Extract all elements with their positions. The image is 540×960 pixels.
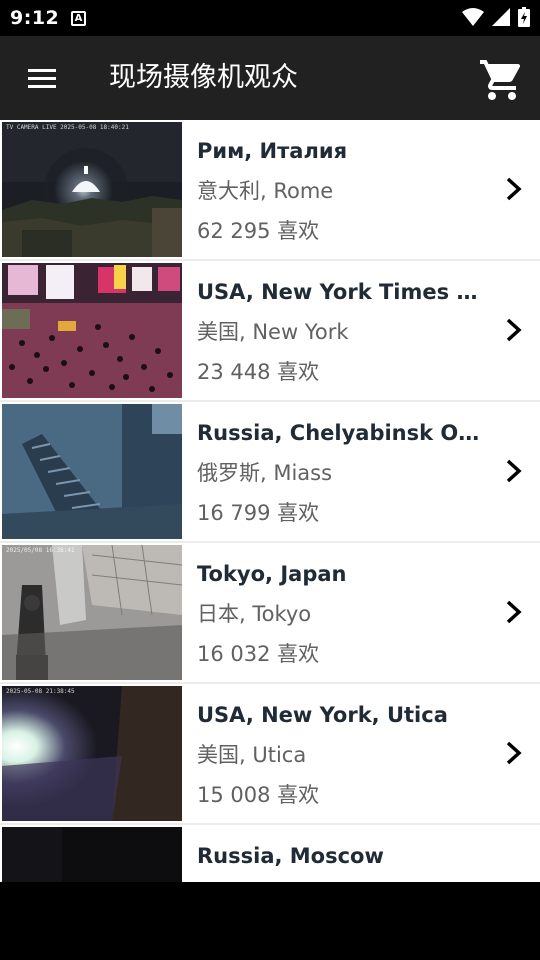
camera-location: 美国, Utica [197, 743, 307, 767]
camera-likes: 15 008 喜欢 [197, 783, 320, 807]
camera-likes: 16 032 喜欢 [197, 642, 320, 666]
accessibility-notification-icon: A [71, 11, 86, 26]
camera-info: Russia, Moscow [197, 843, 492, 882]
camera-timestamp: TV CAMERA LIVE 2025-05-08 18:40:21 [6, 124, 129, 131]
menu-icon-bar [28, 77, 56, 80]
chevron-right-icon [506, 318, 522, 342]
camera-thumbnail: 2025/05/08 16:38:41 [2, 545, 182, 680]
chevron-right-icon [506, 459, 522, 483]
camera-likes: 16 799 喜欢 [197, 501, 320, 525]
cart-button[interactable] [478, 56, 526, 104]
camera-thumbnail: 2025-05-08 21:38:45 [2, 686, 182, 821]
menu-icon [28, 69, 56, 72]
webcam-preview-image [2, 827, 182, 882]
camera-info: Рим, Италия 意大利, Rome 62 295 喜欢 [197, 138, 492, 244]
camera-thumbnail [2, 263, 182, 398]
camera-thumbnail: TV CAMERA LIVE 2025-05-08 18:40:21 [2, 122, 182, 257]
camera-list-item[interactable]: USA, New York Times Square 美国, New York … [0, 261, 540, 400]
camera-name: USA, New York Times Square [197, 280, 492, 304]
camera-name: Russia, Moscow [197, 844, 384, 868]
camera-timestamp: 2025-05-08 21:38:45 [6, 688, 75, 695]
camera-info: USA, New York Times Square 美国, New York … [197, 279, 492, 385]
navigation-bar-area [0, 882, 540, 960]
camera-location: 俄罗斯, Miass [197, 461, 333, 485]
menu-icon-bar [28, 85, 56, 88]
camera-info: USA, New York, Utica 美国, Utica 15 008 喜欢 [197, 702, 492, 808]
camera-location: 日本, Tokyo [197, 602, 312, 626]
cell-signal-icon [492, 8, 510, 26]
camera-name: Рим, Италия [197, 139, 348, 163]
camera-location: 意大利, Rome [197, 179, 334, 203]
shopping-cart-icon [480, 60, 521, 100]
status-time: 9:12 [10, 7, 60, 29]
camera-list[interactable]: TV CAMERA LIVE 2025-05-08 18:40:21 Рим, … [0, 120, 540, 882]
camera-list-item[interactable]: 2025/05/08 16:38:41 Tokyo, Japan 日本, Tok… [0, 543, 540, 682]
camera-thumbnail [2, 404, 182, 539]
webcam-preview-image [2, 545, 182, 680]
camera-name: USA, New York, Utica [197, 703, 448, 727]
webcam-preview-image [2, 404, 182, 539]
menu-button[interactable] [14, 54, 70, 102]
page-title: 现场摄像机观众 [109, 62, 298, 93]
status-bar: 9:12 A [0, 0, 540, 36]
camera-timestamp: 2025/05/08 16:38:41 [6, 547, 75, 554]
camera-list-item[interactable]: Russia, Moscow [0, 825, 540, 882]
app-bar: 现场摄像机观众 [0, 36, 540, 120]
status-icons [462, 7, 530, 27]
chevron-right-icon [506, 177, 522, 201]
wifi-icon [462, 8, 484, 26]
webcam-preview-image [2, 263, 182, 398]
camera-thumbnail [2, 827, 182, 882]
camera-list-item[interactable]: TV CAMERA LIVE 2025-05-08 18:40:21 Рим, … [0, 120, 540, 259]
camera-name: Russia, Chelyabinsk Oblast [197, 421, 492, 445]
camera-list-item[interactable]: Russia, Chelyabinsk Oblast 俄罗斯, Miass 16… [0, 402, 540, 541]
webcam-preview-image [2, 686, 182, 821]
camera-info: Tokyo, Japan 日本, Tokyo 16 032 喜欢 [197, 561, 492, 667]
camera-name: Tokyo, Japan [197, 562, 347, 586]
camera-info: Russia, Chelyabinsk Oblast 俄罗斯, Miass 16… [197, 420, 492, 526]
battery-icon [518, 7, 530, 27]
camera-list-item[interactable]: 2025-05-08 21:38:45 USA, New York, Utica… [0, 684, 540, 823]
camera-likes: 62 295 喜欢 [197, 219, 320, 243]
camera-location: 美国, New York [197, 320, 349, 344]
chevron-right-icon [506, 741, 522, 765]
webcam-preview-image [2, 122, 182, 257]
chevron-right-icon [506, 600, 522, 624]
camera-likes: 23 448 喜欢 [197, 360, 320, 384]
